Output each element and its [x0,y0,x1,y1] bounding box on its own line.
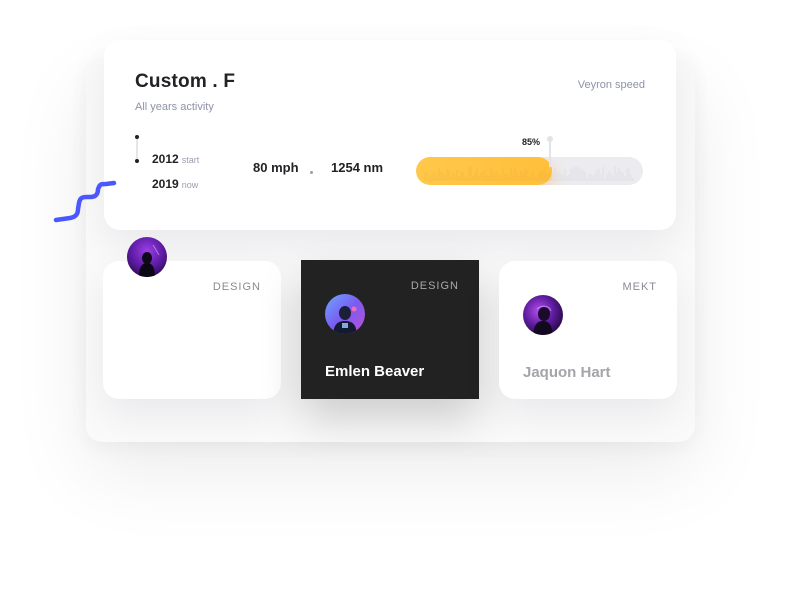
timeline-row-now: 2019 now [152,175,198,193]
timeline-dot [135,135,139,139]
person-name: Emlen Beaver [325,363,425,380]
waveform-graphic [424,166,634,181]
progress-bar[interactable] [416,157,643,185]
veyron-speed-label[interactable]: Veyron speed [578,79,645,91]
avatar[interactable] [523,295,563,335]
timeline-note: now [181,180,199,190]
timeline-year: 2019 [152,177,179,191]
avatar[interactable] [127,237,167,277]
squiggle-decoration [53,180,117,223]
card-title: Custom . F [135,71,236,92]
speed-value: 80 mph [253,160,299,175]
profile-card-emlen-beaver[interactable]: DESIGN Emlen Beaver [301,260,479,399]
torque-value: 1254 nm [331,160,384,175]
progress-label: 85% [522,137,541,147]
avatar[interactable] [325,294,365,334]
category-tag: DESIGN [410,280,459,292]
profile-card-jaquon-hart[interactable]: MEKT Jaquon Hart [499,261,677,399]
person-name: Jaquon Hart [523,364,611,381]
category-tag: MEKT [622,281,657,293]
category-tag: DESIGN [212,281,261,293]
progress-handle[interactable] [549,141,551,167]
progress-knob[interactable] [547,136,553,142]
timeline-note: start [181,155,200,165]
separator-dot [310,171,313,174]
stats-card: Custom . F All years activity Veyron spe… [104,40,676,230]
timeline-row-start: 2012 start [152,150,199,168]
timeline-year: 2012 [152,152,179,166]
card-subtitle: All years activity [135,101,214,113]
timeline-dot [135,159,139,163]
profile-card-design[interactable]: DESIGN [103,261,281,399]
